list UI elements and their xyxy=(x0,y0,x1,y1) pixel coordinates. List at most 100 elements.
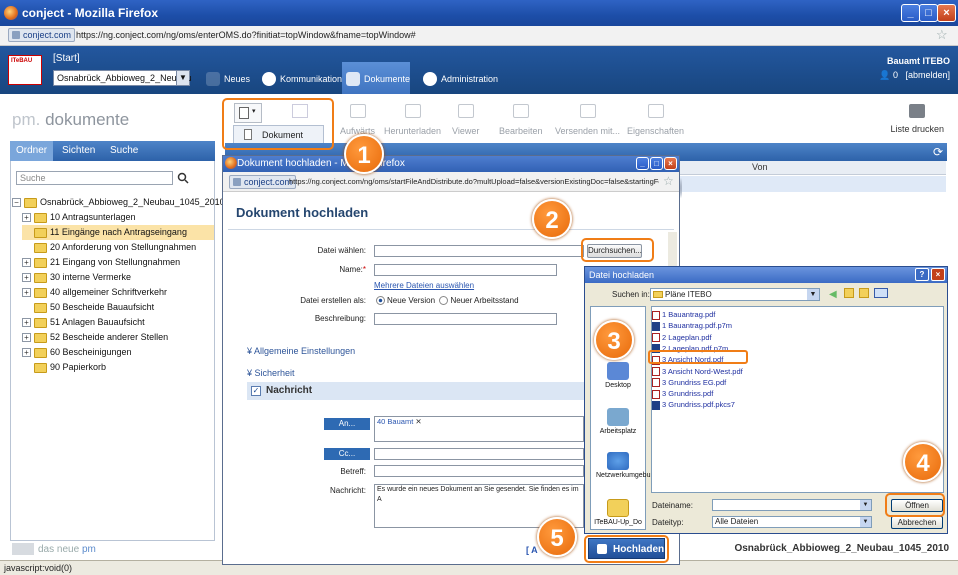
toolbar-versenden[interactable]: Versenden mit... xyxy=(555,104,620,136)
expand-icon[interactable]: + xyxy=(22,288,31,298)
file-item[interactable]: 3 Grundriss.pdf xyxy=(652,389,713,399)
maximize-icon[interactable]: □ xyxy=(919,4,938,22)
bookmark-star-icon[interactable]: ☆ xyxy=(936,27,948,43)
site-identity[interactable]: conject.com xyxy=(8,28,76,42)
chevron-down-icon[interactable]: ▼ xyxy=(807,289,819,300)
url-text[interactable]: https://ng.conject.com/ng/oms/enterOMS.d… xyxy=(76,30,416,40)
minimize-icon[interactable]: _ xyxy=(636,157,649,170)
cancel-button[interactable]: Abbrechen xyxy=(891,516,943,529)
refresh-icon[interactable]: ⟳ xyxy=(933,145,943,159)
nav-kommunikation[interactable]: Kommunikation xyxy=(258,68,342,90)
help-icon[interactable]: ? xyxy=(915,268,929,281)
tree-folder-row[interactable]: +10 Antragsunterlagen xyxy=(22,210,136,225)
to-field[interactable]: 40 Bauamt ✕ xyxy=(374,416,584,442)
message-checkbox[interactable]: ✓ xyxy=(251,386,261,396)
file-item[interactable]: 1 Bauantrag.pdf xyxy=(652,310,715,320)
expand-icon[interactable]: + xyxy=(22,333,31,343)
place-network[interactable]: Netzwerkumgebung xyxy=(590,452,658,479)
expand-icon[interactable]: + xyxy=(22,318,31,328)
close-icon[interactable]: × xyxy=(937,4,956,22)
place-arbeitsplatz[interactable]: Arbeitsplatz xyxy=(590,408,646,435)
subject-field[interactable] xyxy=(374,465,584,477)
chevron-down-icon[interactable]: ▼ xyxy=(176,71,189,85)
maximize-icon[interactable]: □ xyxy=(650,157,663,170)
chevron-down-icon[interactable]: ▼ xyxy=(860,517,871,527)
file-item[interactable]: 2 Lageplan.pdf xyxy=(652,333,712,343)
chevron-down-icon[interactable]: ▼ xyxy=(860,500,871,510)
toolbar-eigenschaften[interactable]: Eigenschaften xyxy=(627,104,684,136)
tree-folder-row[interactable]: 90 Papierkorb xyxy=(22,360,106,375)
toolbar-aufwaerts[interactable]: Aufwärts xyxy=(340,104,375,136)
tree-folder-row[interactable]: +51 Anlagen Bauaufsicht xyxy=(22,315,145,330)
expand-icon[interactable]: + xyxy=(22,258,31,268)
bookmark-star-icon[interactable]: ☆ xyxy=(663,174,674,188)
tree-folder-row[interactable]: +40 allgemeiner Schriftverkehr xyxy=(22,285,167,300)
tree-root[interactable]: − Osnabrück_Abbioweg_2_Neubau_1045_2010 xyxy=(12,195,225,210)
name-input[interactable] xyxy=(374,264,557,276)
site-identity[interactable]: conject.com xyxy=(229,175,297,189)
back-icon[interactable]: ◀ xyxy=(829,289,837,300)
toolbar-herunterladen[interactable]: Herunterladen xyxy=(384,104,441,136)
section-security[interactable]: ¥ Sicherheit xyxy=(247,368,295,378)
nav-administration[interactable]: Administration xyxy=(419,68,498,90)
tab-suche[interactable]: Suche xyxy=(104,141,144,161)
description-input[interactable] xyxy=(374,313,557,325)
place-itebau[interactable]: ITeBAU-Up_Do xyxy=(590,499,646,526)
toolbar-viewer[interactable]: Viewer xyxy=(452,104,479,136)
tree-folder-row[interactable]: 20 Anforderung von Stellungnahmen xyxy=(22,240,196,255)
tree-folder-row[interactable]: +60 Bescheinigungen xyxy=(22,345,132,360)
radio-new-version[interactable] xyxy=(376,296,385,306)
collapse-icon[interactable]: − xyxy=(12,198,21,208)
expand-icon[interactable]: + xyxy=(22,348,31,358)
cancel-link[interactable]: [ A xyxy=(526,545,538,555)
view-menu-icon[interactable] xyxy=(874,288,888,298)
expand-icon[interactable]: + xyxy=(22,273,31,283)
file-item[interactable]: 3 Grundriss.pdf.pkcs7 xyxy=(652,400,735,410)
tab-sichten[interactable]: Sichten xyxy=(56,141,101,161)
file-item[interactable]: 3 Grundriss EG.pdf xyxy=(652,378,726,388)
tree-folder-row[interactable]: +21 Eingang von Stellungnahmen xyxy=(22,255,180,270)
popup-url[interactable]: https://ng.conject.com/ng/oms/startFileA… xyxy=(289,177,659,186)
to-button[interactable]: An... xyxy=(324,418,370,430)
logout-link[interactable]: [abmelden] xyxy=(905,70,950,80)
place-desktop[interactable]: Desktop xyxy=(590,362,646,389)
look-in-select[interactable]: Pläne ITEBO ▼ xyxy=(650,288,820,301)
start-link[interactable]: [Start] xyxy=(53,53,80,64)
page-title-main: dokumente xyxy=(45,110,130,129)
close-icon[interactable]: × xyxy=(664,157,677,170)
file-item[interactable]: 1 Bauantrag.pdf.p7m xyxy=(652,321,732,331)
file-input[interactable] xyxy=(374,245,584,257)
tree-folder-row[interactable]: +52 Bescheide anderer Stellen xyxy=(22,330,168,345)
tab-ordner[interactable]: Ordner xyxy=(10,141,54,161)
remove-recipient-icon[interactable]: ✕ xyxy=(415,417,421,426)
multi-file-link[interactable]: Mehrere Dateien auswählen xyxy=(374,281,474,290)
file-type-select[interactable]: Alle Dateien xyxy=(712,516,872,528)
tree-folder-row[interactable]: 50 Bescheide Bauaufsicht xyxy=(22,300,154,315)
nav-neues[interactable]: Neues xyxy=(202,68,250,90)
new-folder-icon[interactable] xyxy=(859,288,869,298)
file-item[interactable]: 3 Ansicht Nord-West.pdf xyxy=(652,367,743,377)
expand-icon[interactable]: + xyxy=(22,213,31,223)
message-label: Nachricht: xyxy=(329,486,366,495)
search-input[interactable]: Suche xyxy=(16,171,173,185)
folder-up-icon[interactable] xyxy=(844,288,854,298)
grid-selected-row[interactable] xyxy=(680,176,946,192)
section-general[interactable]: ¥ Allgemeine Einstellungen xyxy=(247,346,355,356)
address-bar[interactable]: conject.com https://ng.conject.com/ng/om… xyxy=(0,26,958,46)
pdf-icon xyxy=(652,333,660,343)
tree-folder-row[interactable]: 11 Eingänge nach Antragseingang xyxy=(22,225,214,240)
close-icon[interactable]: × xyxy=(931,268,945,281)
print-list-button[interactable]: Liste drucken xyxy=(890,104,944,134)
radio-new-state[interactable] xyxy=(439,296,449,306)
toolbar-bearbeiten[interactable]: Bearbeiten xyxy=(499,104,543,136)
column-von[interactable]: Von xyxy=(752,162,768,172)
cc-button[interactable]: Cc... xyxy=(324,448,370,460)
file-name-input[interactable] xyxy=(712,499,872,511)
cc-field[interactable] xyxy=(374,448,584,460)
minimize-icon[interactable]: _ xyxy=(901,4,920,22)
nav-dokumente[interactable]: Dokumente xyxy=(342,62,410,94)
project-select[interactable]: Osnabrück_Abbioweg_2_Neubau ▼ xyxy=(53,70,192,86)
search-icon[interactable] xyxy=(177,172,189,184)
tree-folder-row[interactable]: +30 interne Vermerke xyxy=(22,270,131,285)
popup-address-bar[interactable]: conject.com https://ng.conject.com/ng/om… xyxy=(223,172,679,192)
